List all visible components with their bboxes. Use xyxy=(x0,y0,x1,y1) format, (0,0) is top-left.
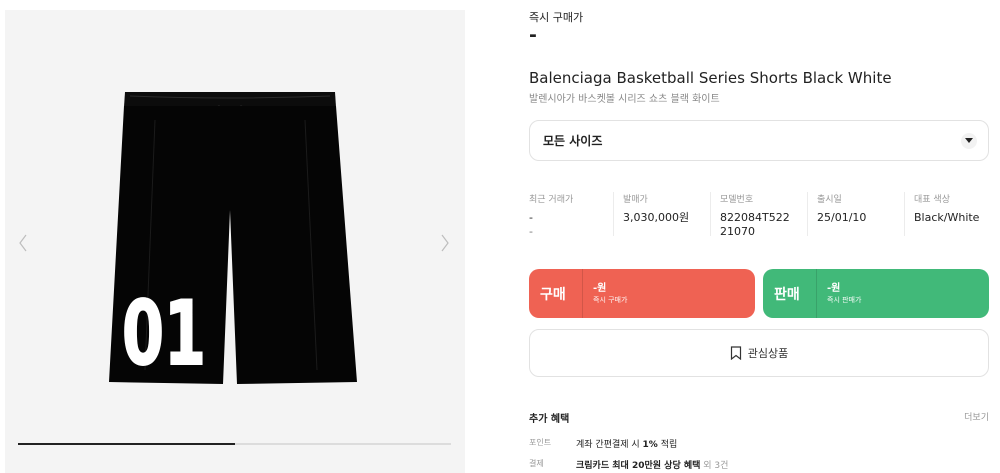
product-image: 01 xyxy=(109,92,357,386)
spec-value: 25/01/10 xyxy=(817,211,867,224)
sell-price: -원 xyxy=(827,282,841,294)
buy-button-label: 구매 xyxy=(540,286,566,303)
gallery-progress-fill xyxy=(18,443,235,445)
instant-price-label: 즉시 구매가 xyxy=(529,11,584,24)
spec-label: 모델번호 xyxy=(720,195,754,205)
spec-color: 대표 색상 Black/White xyxy=(904,192,989,236)
spec-value-secondary: 21070 xyxy=(720,225,755,238)
chevron-left-icon xyxy=(19,234,27,252)
spec-value: 822084T522 xyxy=(720,211,790,224)
instant-price-value: - xyxy=(529,24,537,46)
sell-button-info: -원 즉시 판매가 xyxy=(817,283,861,305)
gallery-next-button[interactable] xyxy=(435,228,455,258)
spec-value: - xyxy=(529,211,533,224)
benefits-title: 추가 혜택 xyxy=(529,414,570,425)
benefit-value: 계좌 간편결제 시 1% 적립 xyxy=(576,440,678,450)
spec-recent-price: 최근 거래가 - - xyxy=(529,192,613,238)
wishlist-button[interactable]: 관심상품 xyxy=(529,329,989,377)
chevron-right-icon xyxy=(441,234,449,252)
sell-subtext: 즉시 판매가 xyxy=(827,295,862,304)
spec-label: 출시일 xyxy=(817,195,842,205)
benefit-label: 결제 xyxy=(529,459,544,468)
product-info-panel: 즉시 구매가 - Balenciaga Basketball Series Sh… xyxy=(529,0,989,473)
bookmark-icon xyxy=(730,346,741,360)
spec-label: 발매가 xyxy=(623,195,648,205)
spec-value: 3,030,000원 xyxy=(623,211,690,224)
benefits-more-link[interactable]: 더보기 xyxy=(964,410,989,423)
benefit-row-point: 포인트 계좌 간편결제 시 1% 적립 xyxy=(529,437,677,450)
size-select-value: 모든 사이즈 xyxy=(543,134,603,148)
trade-buttons: 구매 -원 즉시 구매가 판매 -원 즉시 판매가 xyxy=(529,269,989,318)
buy-button-info: -원 즉시 구매가 xyxy=(583,283,627,305)
chevron-down-icon xyxy=(961,132,977,149)
benefit-label: 포인트 xyxy=(529,438,552,447)
buy-button[interactable]: 구매 -원 즉시 구매가 xyxy=(529,269,755,318)
sell-button-label: 판매 xyxy=(774,286,800,303)
product-title-ko: 발렌시아가 바스켓볼 시리즈 쇼츠 블랙 화이트 xyxy=(529,94,720,105)
gallery-prev-button[interactable] xyxy=(13,228,33,258)
sell-button[interactable]: 판매 -원 즉시 판매가 xyxy=(763,269,989,318)
buy-subtext: 즉시 구매가 xyxy=(593,295,628,304)
spec-label: 대표 색상 xyxy=(914,195,950,205)
size-select[interactable]: 모든 사이즈 xyxy=(529,120,989,161)
spec-release-date: 출시일 25/01/10 xyxy=(807,192,904,236)
buy-price: -원 xyxy=(593,282,607,294)
spec-model-number: 모델번호 822084T522 21070 xyxy=(710,192,807,238)
shorts-number-print: 01 xyxy=(122,282,206,385)
spec-label: 최근 거래가 xyxy=(529,195,574,205)
gallery-progress-track xyxy=(18,443,451,445)
benefit-row-payment: 결제 크림카드 최대 20만원 상당 혜택 외 3건 xyxy=(529,458,728,471)
spec-release-price: 발매가 3,030,000원 xyxy=(613,192,710,236)
benefit-value: 크림카드 최대 20만원 상당 혜택 외 3건 xyxy=(576,461,729,471)
spec-value: Black/White xyxy=(914,211,980,224)
product-title-en: Balenciaga Basketball Series Shorts Blac… xyxy=(529,69,892,87)
product-specs: 최근 거래가 - - 발매가 3,030,000원 모델번호 822084T52… xyxy=(529,192,989,238)
product-gallery: 01 xyxy=(5,10,465,473)
spec-value-secondary: - xyxy=(529,225,533,238)
wishlist-label: 관심상품 xyxy=(747,347,789,360)
